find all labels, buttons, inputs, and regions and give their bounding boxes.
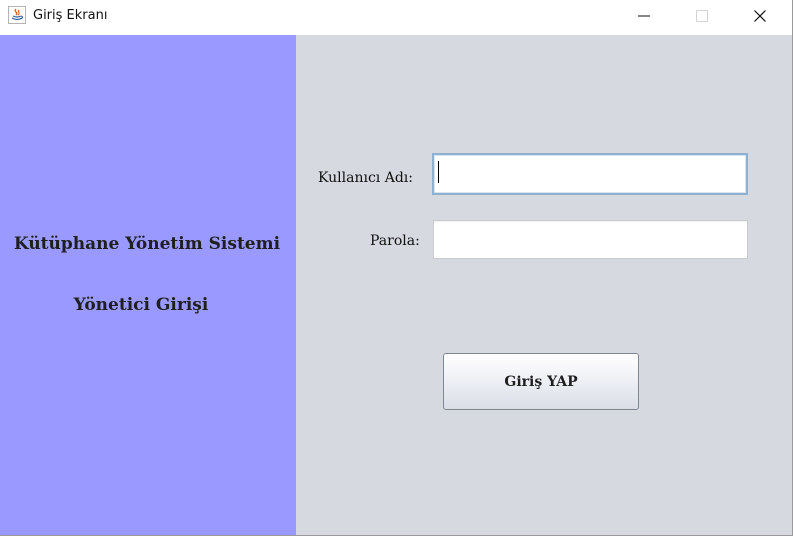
- left-info-panel: Kütüphane Yönetim Sistemi Yönetici Giriş…: [0, 35, 296, 535]
- maximize-icon: [696, 10, 708, 22]
- login-window: Giriş Ekranı Kütüphane Yönetim Sistemi Y…: [0, 0, 793, 536]
- password-input[interactable]: [433, 220, 748, 259]
- text-cursor: [438, 161, 439, 183]
- java-icon: [8, 6, 26, 24]
- login-form-panel: Kullanıcı Adı: Parola: Giriş YAP: [296, 35, 792, 535]
- minimize-icon: [638, 15, 650, 17]
- close-icon: [754, 10, 766, 22]
- password-label: Parola:: [370, 233, 420, 249]
- username-input[interactable]: [432, 153, 748, 195]
- title-bar[interactable]: Giriş Ekranı: [0, 0, 792, 34]
- admin-login-title: Yönetici Girişi: [73, 295, 209, 315]
- login-button[interactable]: Giriş YAP: [443, 353, 639, 410]
- username-label: Kullanıcı Adı:: [318, 170, 413, 186]
- minimize-button[interactable]: [621, 0, 667, 31]
- close-button[interactable]: [737, 0, 783, 31]
- system-title: Kütüphane Yönetim Sistemi: [13, 234, 281, 254]
- maximize-button[interactable]: [679, 0, 725, 31]
- window-title: Giriş Ekranı: [33, 8, 108, 23]
